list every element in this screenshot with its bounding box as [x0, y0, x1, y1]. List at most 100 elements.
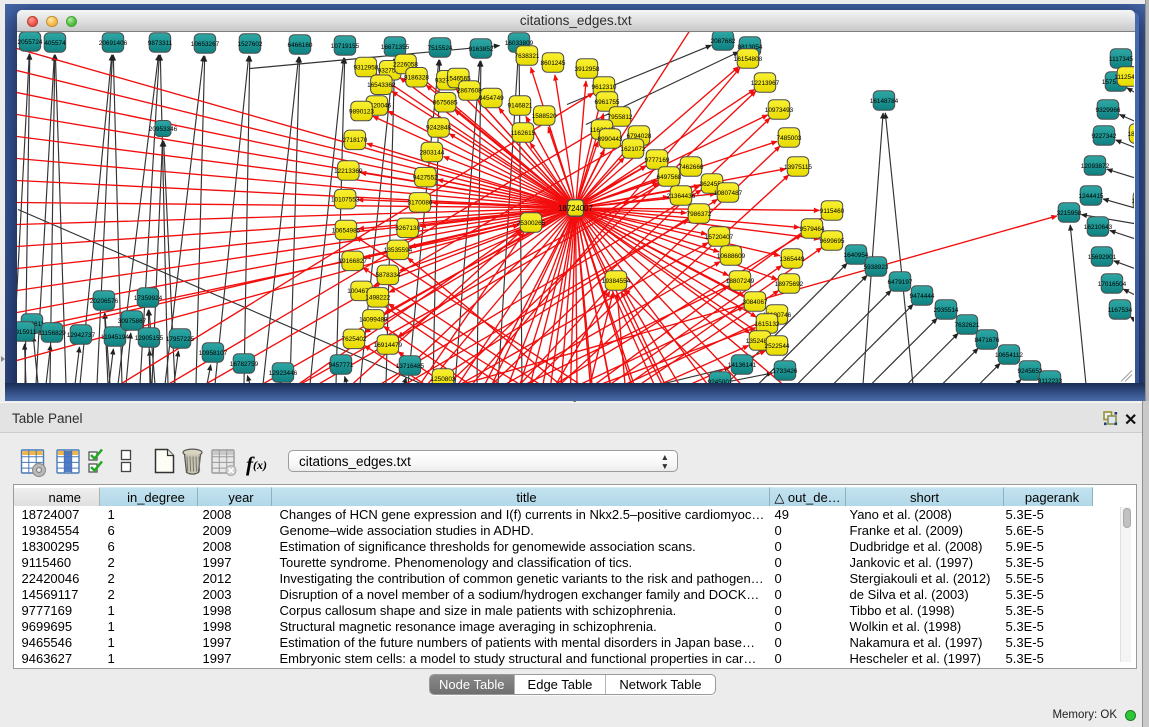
svg-text:3084067: 3084067	[743, 298, 768, 305]
svg-text:5878334: 5878334	[375, 272, 400, 279]
svg-text:8471676: 8471676	[975, 336, 1000, 343]
svg-text:3915911: 3915911	[17, 328, 37, 335]
svg-text:8601245: 8601245	[541, 59, 566, 66]
svg-text:10653267: 10653267	[191, 40, 220, 47]
svg-text:10958107: 10958107	[199, 349, 228, 356]
svg-text:10719155: 10719155	[331, 42, 360, 49]
svg-text:18807249: 18807249	[726, 277, 755, 284]
svg-text:6961755: 6961755	[595, 98, 620, 105]
svg-text:15720407: 15720407	[705, 233, 734, 240]
svg-text:21364436: 21364436	[667, 192, 696, 199]
svg-text:9312958: 9312958	[353, 64, 378, 71]
svg-text:20953346: 20953346	[149, 125, 178, 132]
svg-text:12213967: 12213967	[751, 79, 780, 86]
svg-text:20691406: 20691406	[99, 39, 128, 46]
svg-text:1588520: 1588520	[532, 112, 557, 119]
svg-text:7515524: 7515524	[428, 44, 453, 51]
svg-text:13535594: 13535594	[384, 247, 413, 254]
svg-text:9474444: 9474444	[910, 292, 935, 299]
svg-text:11156829: 11156829	[38, 329, 66, 336]
svg-text:3170086: 3170086	[408, 199, 433, 206]
svg-text:13975115: 13975115	[784, 163, 812, 170]
svg-text:1615132: 1615132	[755, 320, 780, 327]
svg-text:17957225: 17957225	[166, 335, 195, 342]
svg-text:12093872: 12093872	[1081, 162, 1110, 169]
svg-text:1162615: 1162615	[511, 129, 536, 136]
svg-text:9115460: 9115460	[820, 207, 845, 214]
svg-text:12905155: 12905155	[135, 334, 164, 341]
svg-text:2935514: 2935514	[934, 306, 959, 313]
svg-text:8186328: 8186328	[404, 74, 429, 81]
svg-text:11945194: 11945194	[101, 333, 129, 340]
svg-text:9873311: 9873311	[148, 39, 173, 46]
svg-text:1244415: 1244415	[1079, 192, 1104, 199]
svg-text:1640954: 1640954	[844, 251, 869, 258]
svg-text:16914479: 16914479	[374, 341, 403, 348]
svg-text:18975692: 18975692	[775, 280, 804, 287]
svg-text:9612310: 9612310	[592, 83, 617, 90]
svg-text:8454749: 8454749	[479, 95, 504, 102]
svg-text:17016504: 17016504	[1098, 280, 1127, 287]
svg-text:18724007: 18724007	[558, 203, 593, 212]
svg-text:1250803: 1250803	[431, 375, 456, 382]
svg-text:13716485: 13716485	[396, 362, 425, 369]
svg-text:19384554: 19384554	[602, 277, 631, 284]
svg-text:16782759: 16782759	[230, 360, 259, 367]
svg-text:7632621: 7632621	[955, 321, 980, 328]
svg-text:16148784: 16148784	[870, 97, 899, 104]
svg-text:7462666: 7462666	[679, 163, 704, 170]
svg-text:6497568: 6497568	[657, 173, 682, 180]
svg-text:405574: 405574	[44, 39, 66, 46]
svg-text:1621072: 1621072	[621, 145, 646, 152]
svg-text:3912958: 3912958	[575, 65, 600, 72]
svg-text:8675685: 8675685	[433, 99, 458, 106]
svg-text:14136141: 14136141	[728, 361, 757, 368]
svg-text:16210643: 16210643	[1084, 223, 1113, 230]
svg-text:30975867: 30975867	[118, 317, 147, 324]
svg-text:1167534: 1167534	[1108, 306, 1133, 313]
svg-text:2087682: 2087682	[711, 37, 736, 44]
svg-text:10973493: 10973493	[765, 106, 794, 113]
svg-text:(x): (x)	[253, 458, 267, 472]
svg-text:9457771: 9457771	[329, 361, 354, 368]
svg-text:7986372: 7986372	[687, 210, 712, 217]
svg-text:2803144: 2803144	[419, 149, 444, 156]
svg-text:9163852: 9163852	[469, 45, 494, 52]
svg-text:17359924: 17359924	[134, 294, 163, 301]
svg-text:10654985: 10654985	[332, 227, 361, 234]
svg-text:1733426: 1733426	[773, 367, 798, 374]
svg-text:7485003: 7485003	[777, 134, 802, 141]
svg-text:9579464: 9579464	[800, 225, 825, 232]
svg-text:9699695: 9699695	[820, 237, 845, 244]
svg-text:12213369: 12213369	[334, 167, 363, 174]
svg-text:10688609: 10688609	[717, 252, 746, 259]
svg-text:1362615: 1362615	[1132, 197, 1134, 204]
svg-text:1498222: 1498222	[365, 294, 390, 301]
svg-text:15692901: 15692901	[1088, 253, 1117, 260]
svg-text:1117345: 1117345	[1109, 55, 1133, 62]
svg-text:6466160: 6466160	[288, 41, 313, 48]
svg-text:12942737: 12942737	[67, 331, 96, 338]
svg-text:7955812: 7955812	[608, 113, 633, 120]
svg-text:10654112: 10654112	[995, 351, 1023, 358]
svg-text:16543362: 16543362	[367, 82, 396, 89]
svg-text:2718170: 2718170	[342, 137, 367, 144]
svg-text:7625402: 7625402	[342, 336, 367, 343]
svg-text:12923446: 12923446	[269, 369, 298, 376]
svg-text:9329966: 9329966	[1096, 106, 1121, 113]
svg-text:9146821: 9146821	[508, 102, 533, 109]
svg-text:3215958: 3215958	[1057, 209, 1082, 216]
svg-text:9245001: 9245001	[708, 378, 733, 383]
svg-text:2055724: 2055724	[18, 38, 43, 45]
svg-text:11125419: 11125419	[1114, 73, 1134, 80]
svg-text:1365449: 1365449	[780, 255, 805, 262]
svg-text:14099489: 14099489	[359, 316, 388, 323]
svg-text:9242848: 9242848	[426, 124, 451, 131]
svg-text:8990443: 8990443	[598, 135, 623, 142]
svg-text:7638321: 7638321	[515, 52, 540, 59]
svg-text:1864094: 1864094	[1128, 130, 1134, 137]
svg-text:20206576: 20206576	[90, 297, 119, 304]
svg-text:5938923: 5938923	[864, 263, 889, 270]
svg-text:2522544: 2522544	[765, 342, 790, 349]
svg-text:10807487: 10807487	[714, 189, 743, 196]
